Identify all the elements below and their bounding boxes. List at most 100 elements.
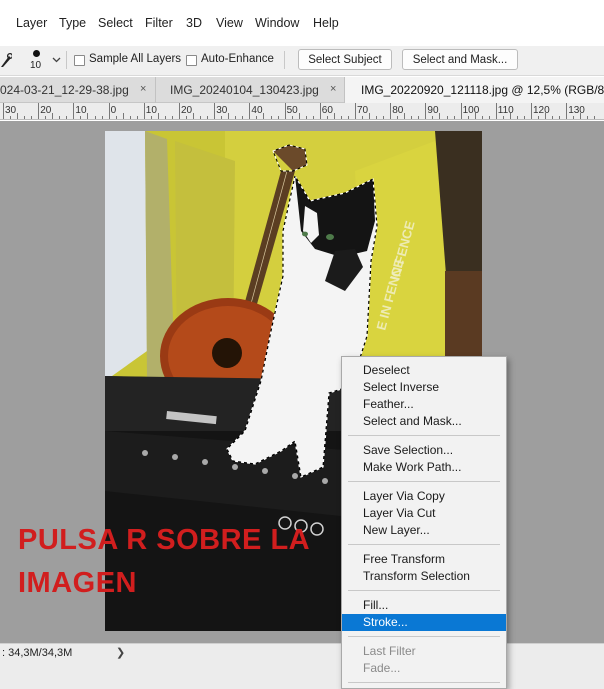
options-bar: 10 Sample All Layers Auto-Enhance Select… bbox=[0, 46, 604, 76]
instruction-overlay-line-1: PULSA R SOBRE LA bbox=[18, 524, 311, 556]
ruler-minor-tick bbox=[347, 116, 349, 119]
ruler-minor-tick bbox=[242, 116, 244, 119]
canvas-workarea[interactable]: IN FENCE E IN FENCE PULSA R SOBRE LA IMA… bbox=[0, 121, 604, 643]
ruler-tick bbox=[143, 103, 145, 119]
ruler-tick bbox=[566, 103, 568, 119]
ruler-minor-tick bbox=[587, 116, 589, 119]
ruler-minor-tick bbox=[545, 113, 547, 119]
ruler-minor-tick bbox=[200, 116, 202, 119]
ruler-minor-tick bbox=[80, 116, 82, 119]
ruler-tick bbox=[319, 103, 321, 119]
close-icon[interactable]: × bbox=[330, 83, 336, 95]
ruler-minor-tick bbox=[467, 116, 469, 119]
ruler-minor-tick bbox=[580, 113, 582, 119]
tab-document-3-active[interactable]: IMG_20220920_121118.jpg @ 12,5% (RGB/8 bbox=[344, 77, 604, 103]
ruler-label: 20 bbox=[40, 105, 52, 116]
menu-item-last-filter: Last Filter bbox=[363, 644, 416, 658]
ruler-minor-tick bbox=[411, 116, 413, 119]
close-icon[interactable]: × bbox=[140, 83, 146, 95]
auto-enhance-label: Auto-Enhance bbox=[201, 53, 274, 65]
ruler-tick bbox=[495, 103, 497, 119]
ruler-minor-tick bbox=[94, 116, 96, 119]
menu-item-feather[interactable]: Feather... bbox=[342, 396, 506, 413]
horizontal-ruler[interactable]: 30 20 10 0 10 20 30 40 50 60 70 80 90 100 110 120 130 bbox=[0, 103, 604, 120]
quick-selection-tool-icon[interactable] bbox=[0, 52, 12, 68]
brush-preview-icon[interactable] bbox=[33, 50, 40, 57]
ruler-minor-tick bbox=[17, 113, 19, 119]
ruler-tick bbox=[73, 103, 75, 119]
ruler-label: 110 bbox=[497, 105, 514, 116]
ruler-minor-tick bbox=[164, 116, 166, 119]
ruler-tick bbox=[284, 103, 286, 119]
ruler-minor-tick bbox=[488, 116, 490, 119]
menu-item-select-and-mask[interactable]: Select and Mask... bbox=[342, 413, 506, 430]
ruler-minor-tick bbox=[101, 116, 103, 119]
chevron-down-icon[interactable] bbox=[52, 57, 61, 63]
ruler-minor-tick bbox=[24, 116, 26, 119]
menu-separator bbox=[348, 481, 500, 482]
ruler-minor-tick bbox=[52, 113, 54, 119]
ruler-label: 90 bbox=[427, 105, 439, 116]
ruler-tick bbox=[179, 103, 180, 119]
ruler-minor-tick bbox=[10, 116, 12, 119]
auto-enhance-checkbox[interactable] bbox=[186, 55, 197, 66]
ruler-minor-tick bbox=[552, 116, 554, 119]
ruler-label: 50 bbox=[286, 105, 298, 116]
ruler-label: 30 bbox=[5, 105, 17, 116]
ruler-minor-tick bbox=[66, 116, 68, 119]
ruler-tick bbox=[390, 103, 392, 119]
ruler-label: 80 bbox=[392, 105, 404, 116]
menu-item-select-inverse[interactable]: Select Inverse bbox=[342, 379, 506, 396]
menu-item-free-transform[interactable]: Free Transform bbox=[342, 551, 506, 568]
menu-help[interactable]: Help bbox=[313, 16, 339, 30]
menu-separator bbox=[348, 544, 500, 545]
menu-select[interactable]: Select bbox=[98, 16, 133, 30]
menu-filter[interactable]: Filter bbox=[145, 16, 173, 30]
menu-type[interactable]: Type bbox=[59, 16, 86, 30]
chevron-right-icon[interactable]: ❯ bbox=[116, 646, 125, 659]
menu-item-make-work-path[interactable]: Make Work Path... bbox=[342, 459, 506, 476]
ruler-minor-tick bbox=[221, 116, 223, 119]
ruler-minor-tick bbox=[397, 116, 399, 119]
options-separator bbox=[284, 51, 285, 69]
ruler-minor-tick bbox=[481, 116, 483, 119]
ruler-minor-tick bbox=[594, 116, 596, 119]
sample-all-layers-checkbox[interactable] bbox=[74, 55, 85, 66]
ruler-minor-tick bbox=[136, 116, 138, 119]
menu-item-deselect[interactable]: Deselect bbox=[342, 362, 506, 379]
ruler-minor-tick bbox=[59, 116, 61, 119]
menu-item-save-selection[interactable]: Save Selection... bbox=[342, 442, 506, 459]
ruler-minor-tick bbox=[157, 113, 159, 119]
ruler-minor-tick bbox=[228, 113, 230, 119]
menu-layer[interactable]: Layer bbox=[16, 16, 47, 30]
menu-item-fill[interactable]: Fill... bbox=[342, 597, 506, 614]
tab-document-2[interactable]: IMG_20240104_130423.jpg bbox=[155, 77, 343, 103]
ruler-minor-tick bbox=[362, 116, 364, 119]
ruler-minor-tick bbox=[559, 116, 561, 119]
select-subject-button[interactable]: Select Subject bbox=[298, 49, 392, 70]
menu-window[interactable]: Window bbox=[255, 16, 299, 30]
menu-item-layer-via-copy[interactable]: Layer Via Copy bbox=[342, 488, 506, 505]
select-and-mask-button[interactable]: Select and Mask... bbox=[402, 49, 518, 70]
ruler-minor-tick bbox=[129, 116, 131, 119]
ruler-label: 120 bbox=[533, 105, 550, 116]
menu-item-new-layer[interactable]: New Layer... bbox=[342, 522, 506, 539]
ruler-minor-tick bbox=[256, 116, 258, 119]
menu-3d[interactable]: 3D bbox=[186, 16, 202, 30]
ruler-minor-tick bbox=[523, 116, 525, 119]
ruler-label: 10 bbox=[75, 105, 87, 116]
status-bar: : 34,3M/34,3M ❯ bbox=[0, 643, 604, 689]
menu-separator bbox=[348, 682, 500, 683]
ruler-label: 20 bbox=[181, 105, 193, 116]
ruler-tick bbox=[460, 103, 462, 119]
tab-label: 024-03-21_12-29-38.jpg bbox=[0, 83, 129, 97]
menu-item-layer-via-cut[interactable]: Layer Via Cut bbox=[342, 505, 506, 522]
ruler-minor-tick bbox=[31, 116, 33, 119]
ruler-minor-tick bbox=[235, 116, 237, 119]
tab-document-1[interactable]: 024-03-21_12-29-38.jpg bbox=[0, 77, 155, 103]
menu-item-transform-selection[interactable]: Transform Selection bbox=[342, 568, 506, 585]
context-menu: Deselect Select Inverse Feather... Selec… bbox=[341, 356, 507, 689]
menu-separator bbox=[348, 435, 500, 436]
menu-view[interactable]: View bbox=[216, 16, 243, 30]
menu-item-stroke[interactable]: Stroke... bbox=[342, 614, 506, 631]
